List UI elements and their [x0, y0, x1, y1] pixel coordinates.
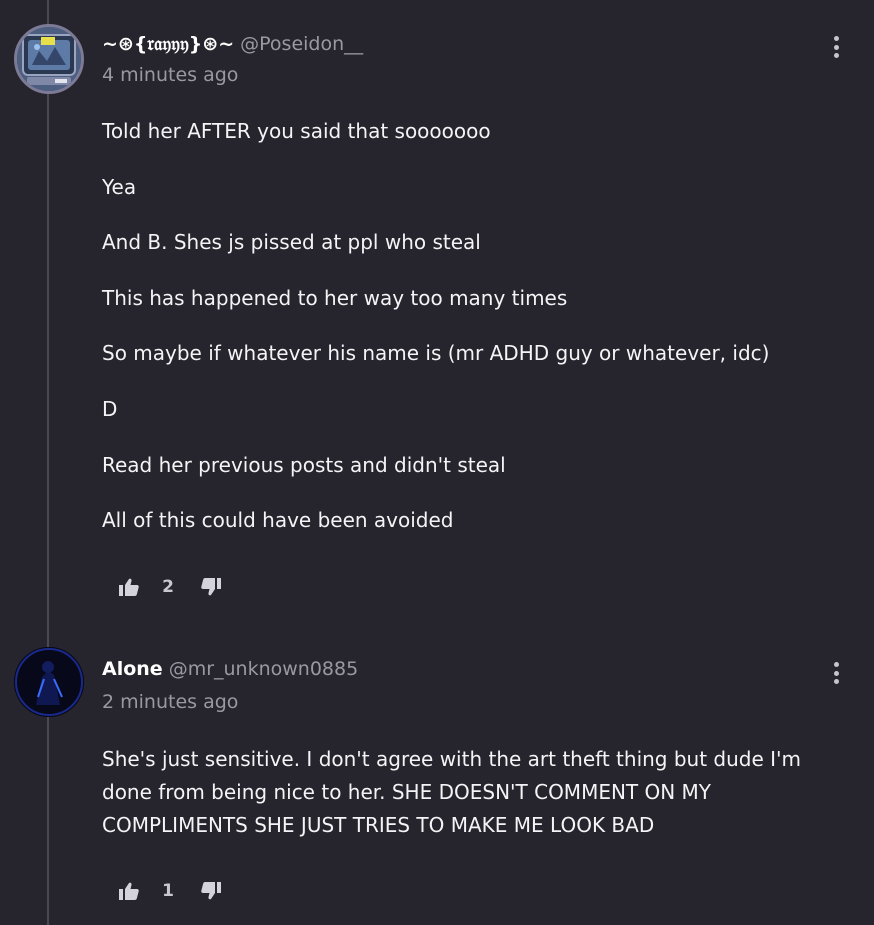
- more-options-button[interactable]: [826, 660, 846, 686]
- comment-paragraph: D: [102, 396, 118, 421]
- comment-thread: ~⊛{𝔯𝔞𝔶𝔶𝔶}⊛~ @Poseidon__ 4 minutes ago Tol…: [0, 0, 874, 925]
- upvote-button[interactable]: [118, 880, 140, 902]
- comment: ~⊛{𝔯𝔞𝔶𝔶𝔶}⊛~ @Poseidon__ 4 minutes ago Tol…: [0, 0, 874, 625]
- comment-paragraph: Yea: [102, 174, 137, 199]
- thumbs-up-icon: [119, 882, 139, 900]
- comment-paragraph: This has happened to her way too many ti…: [102, 285, 568, 310]
- thumbs-down-icon: [201, 882, 221, 900]
- avatar[interactable]: [14, 647, 84, 717]
- more-dot: [833, 44, 839, 50]
- comment-paragraph: She's just sensitive. I don't agree with…: [102, 747, 802, 837]
- tv-avatar-icon: [17, 27, 81, 91]
- thumbs-down-icon: [201, 578, 221, 596]
- upvote-button[interactable]: [118, 576, 140, 598]
- comment-actions: 2: [118, 575, 222, 599]
- comment-paragraph: All of this could have been avoided: [102, 508, 454, 533]
- more-vertical-icon: [833, 36, 839, 41]
- comment-paragraph: So maybe if whatever his name is (mr ADH…: [102, 341, 770, 366]
- comment-body: She's just sensitive. I don't agree with…: [102, 743, 847, 842]
- comment-paragraph: And B. Shes js pissed at ppl who steal: [102, 230, 481, 255]
- more-dot: [833, 53, 839, 58]
- more-options-button[interactable]: [826, 34, 846, 60]
- comment-paragraph: Read her previous posts and didn't steal: [102, 452, 506, 477]
- comment-timestamp: 2 minutes ago: [102, 691, 239, 713]
- avatar[interactable]: [14, 24, 84, 94]
- author-display-name[interactable]: Alone: [102, 658, 163, 680]
- comment-paragraph: Told her AFTER you said that sooooooo: [102, 119, 491, 143]
- upvote-count: 1: [162, 881, 174, 901]
- author-handle[interactable]: @mr_unknown0885: [169, 658, 359, 680]
- comment: Alone @mr_unknown0885 2 minutes ago She's…: [0, 625, 874, 925]
- comment-timestamp: 4 minutes ago: [102, 64, 239, 86]
- comment-author[interactable]: Alone @mr_unknown0885: [102, 658, 358, 680]
- upvote-count: 2: [162, 577, 174, 597]
- comment-body: Told her AFTER you said that sooooooo Ye…: [102, 119, 847, 564]
- author-handle[interactable]: @Poseidon__: [240, 33, 363, 55]
- author-display-name[interactable]: ~⊛{𝔯𝔞𝔶𝔶𝔶}⊛~: [102, 33, 234, 55]
- comment-actions: 1: [118, 879, 222, 903]
- comment-author[interactable]: ~⊛{𝔯𝔞𝔶𝔶𝔶}⊛~ @Poseidon__: [102, 33, 363, 55]
- more-dot: [833, 670, 839, 676]
- downvote-button[interactable]: [200, 576, 222, 598]
- thumbs-up-icon: [119, 578, 139, 596]
- downvote-button[interactable]: [200, 880, 222, 902]
- more-vertical-icon: [833, 662, 839, 667]
- more-dot: [833, 679, 839, 684]
- dark-figure-avatar-icon: [14, 647, 84, 717]
